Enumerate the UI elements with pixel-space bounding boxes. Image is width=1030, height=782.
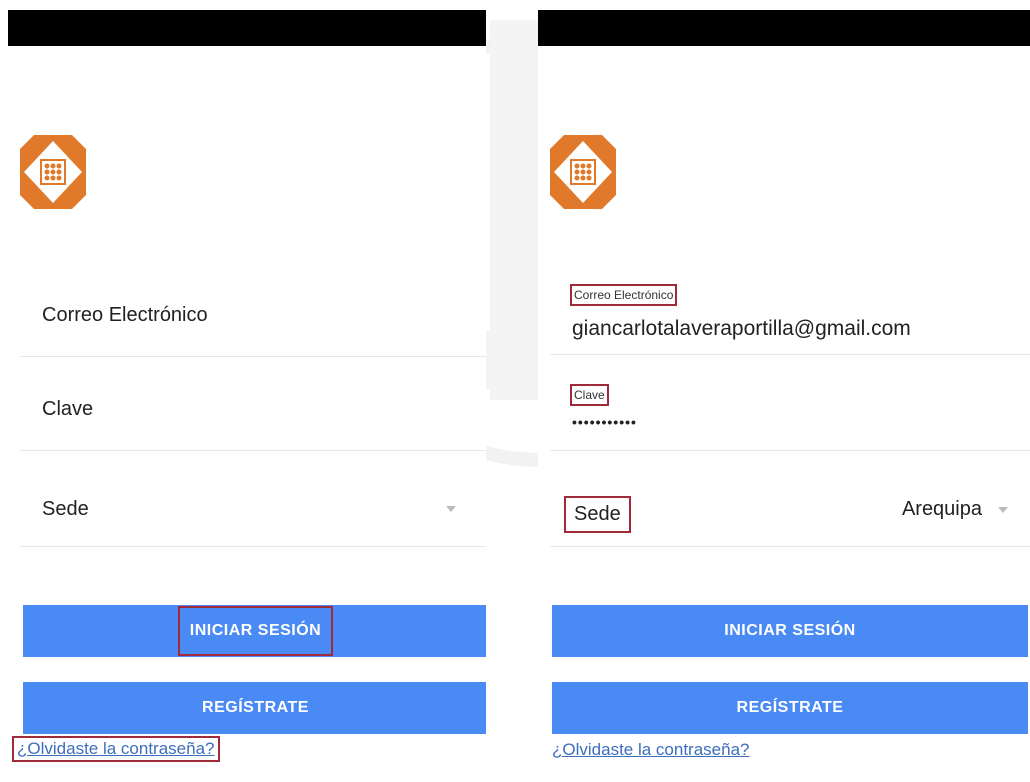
andean-cross-logo-icon: [20, 135, 86, 209]
login-button-label: INICIAR SESIÓN: [177, 606, 334, 656]
register-button-label: REGÍSTRATE: [736, 699, 844, 716]
andean-cross-logo-icon: [550, 135, 616, 209]
forgot-password-link[interactable]: ¿Olvidaste la contraseña?: [552, 740, 750, 760]
chevron-down-icon[interactable]: [446, 506, 456, 512]
chevron-down-icon[interactable]: [998, 507, 1008, 513]
sede-label: Sede: [42, 498, 89, 520]
register-button[interactable]: REGÍSTRATE: [23, 682, 486, 734]
password-floating-label: Clave: [570, 384, 609, 406]
login-screen-empty: Correo Electrónico Clave Sede INICIAR SE…: [8, 10, 486, 782]
forgot-password-link[interactable]: ¿Olvidaste la contraseña?: [12, 736, 220, 762]
password-field[interactable]: Clave: [20, 356, 486, 451]
status-bar: [538, 10, 1030, 46]
sede-label: Sede: [564, 496, 631, 533]
password-placeholder: Clave: [42, 398, 94, 420]
password-value: •••••••••••: [572, 414, 637, 430]
login-button[interactable]: INICIAR SESIÓN: [552, 605, 1028, 657]
login-button[interactable]: INICIAR SESIÓN: [23, 605, 486, 657]
login-screen-filled: Correo Electrónico giancarlotalaveraport…: [538, 10, 1030, 782]
register-button-label: REGÍSTRATE: [202, 699, 309, 716]
login-button-label: INICIAR SESIÓN: [724, 622, 856, 639]
email-field[interactable]: Correo Electrónico: [20, 280, 486, 357]
email-field[interactable]: Correo Electrónico giancarlotalaveraport…: [550, 280, 1030, 355]
sede-select[interactable]: Sede Arequipa: [550, 450, 1030, 547]
email-value: giancarlotalaveraportilla@gmail.com: [572, 317, 911, 340]
sede-selected-value: Arequipa: [901, 498, 982, 520]
register-button[interactable]: REGÍSTRATE: [552, 682, 1028, 734]
email-placeholder: Correo Electrónico: [42, 304, 208, 326]
status-bar: [8, 10, 486, 46]
sede-select[interactable]: Sede: [20, 450, 486, 547]
password-field[interactable]: Clave •••••••••••: [550, 354, 1030, 451]
email-floating-label: Correo Electrónico: [570, 284, 678, 306]
